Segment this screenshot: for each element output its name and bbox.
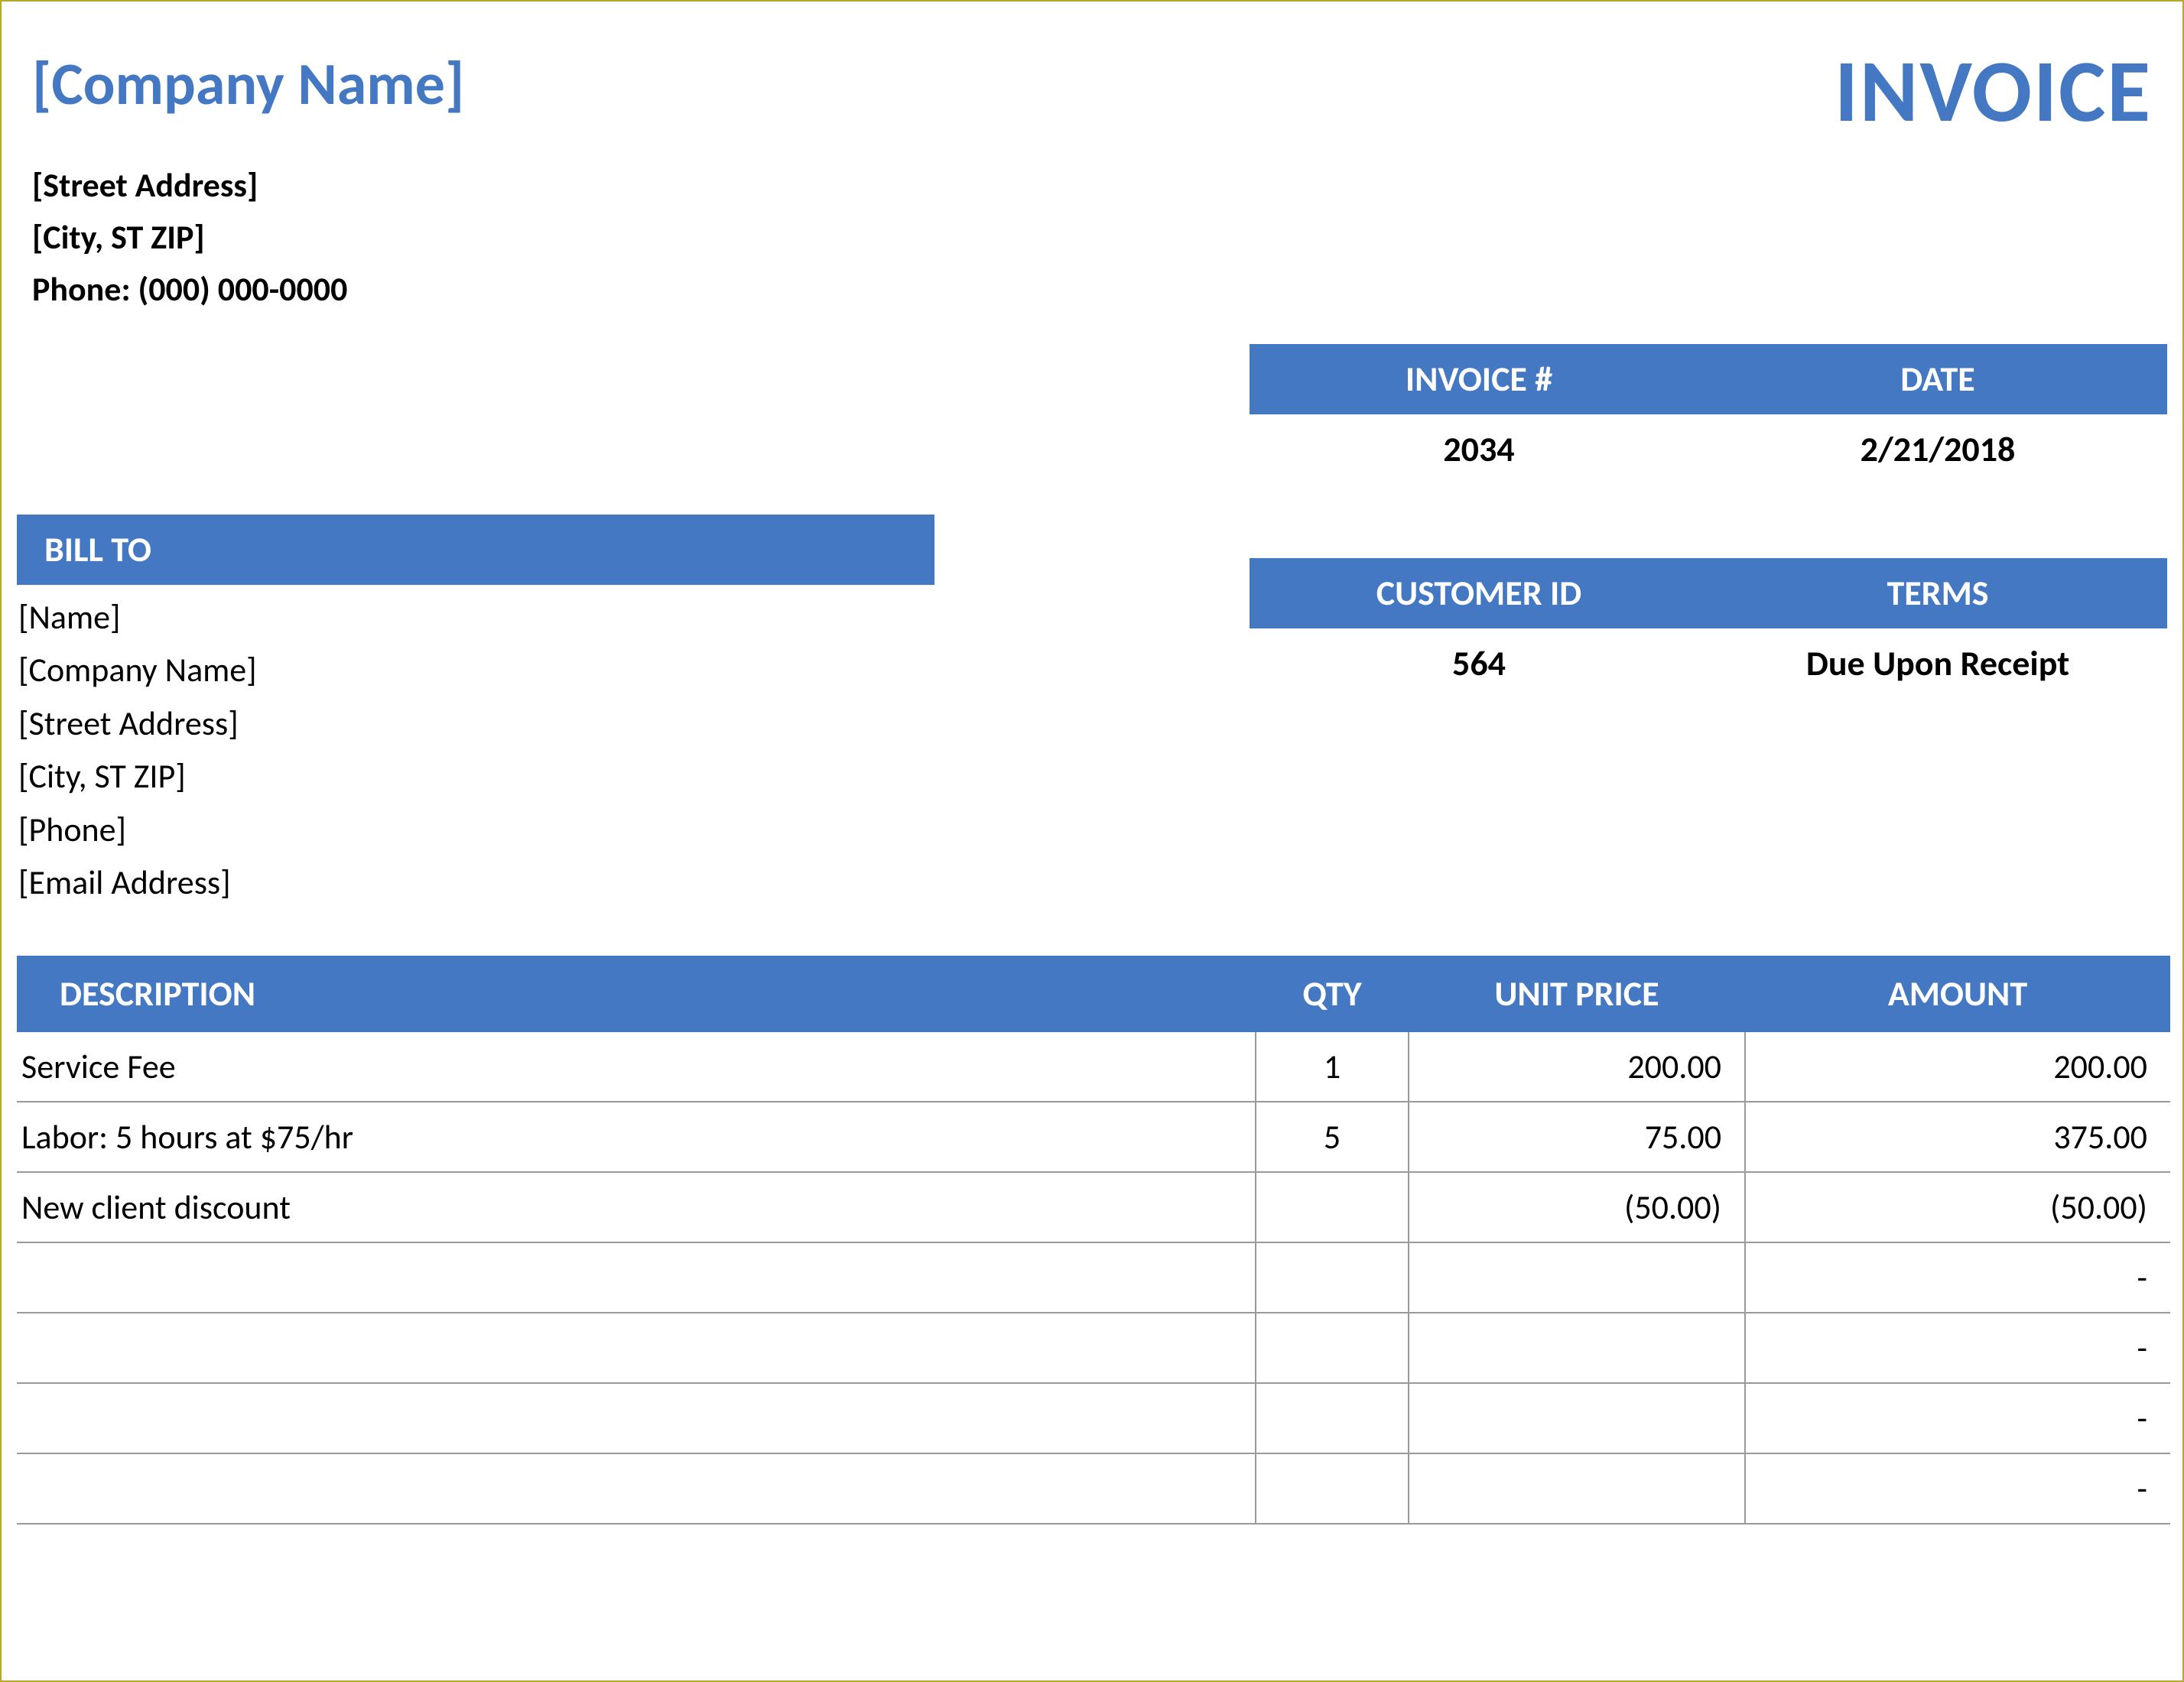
invoice-meta-header: INVOICE # DATE [1250, 344, 2167, 414]
cell-description: Service Fee [17, 1032, 1256, 1102]
col-description: DESCRIPTION [17, 956, 1256, 1032]
cell-amount: 200.00 [1745, 1032, 2170, 1102]
invoice-date-value: 2/21/2018 [1708, 428, 2167, 471]
customer-meta-header: CUSTOMER ID TERMS [1250, 558, 2167, 628]
cell-amount: - [1745, 1383, 2170, 1453]
cell-amount: (50.00) [1745, 1172, 2170, 1242]
customer-meta-values: 564 Due Upon Receipt [1250, 628, 2167, 699]
table-row: Service Fee1200.00200.00 [17, 1032, 2170, 1102]
cell-amount: 375.00 [1745, 1102, 2170, 1172]
invoice-number-label: INVOICE # [1250, 358, 1708, 401]
col-amount: AMOUNT [1745, 956, 2170, 1032]
cell-description: New client discount [17, 1172, 1256, 1242]
invoice-meta-block: INVOICE # DATE 2034 2/21/2018 [1250, 344, 2167, 485]
cell-description [17, 1242, 1256, 1313]
cell-description [17, 1313, 1256, 1383]
cell-unit-price: 200.00 [1409, 1032, 1745, 1102]
cell-unit-price [1409, 1242, 1745, 1313]
bill-to-phone: [Phone] [17, 804, 934, 857]
table-row: New client discount (50.00)(50.00) [17, 1172, 2170, 1242]
customer-id-label: CUSTOMER ID [1250, 572, 1708, 615]
company-phone: Phone: (000) 000-0000 [32, 263, 2167, 315]
invoice-meta-values: 2034 2/21/2018 [1250, 414, 2167, 485]
col-unit-price: UNIT PRICE [1409, 956, 1745, 1032]
table-row: - [17, 1453, 2170, 1524]
cell-amount: - [1745, 1453, 2170, 1524]
cell-qty [1256, 1242, 1409, 1313]
cell-unit-price: 75.00 [1409, 1102, 1745, 1172]
table-row: - [17, 1383, 2170, 1453]
col-qty: QTY [1256, 956, 1409, 1032]
customer-id-value: 564 [1250, 642, 1708, 685]
company-address-block: [Street Address] [City, ST ZIP] Phone: (… [17, 136, 2167, 316]
cell-qty: 5 [1256, 1102, 1409, 1172]
line-items-table: DESCRIPTION QTY UNIT PRICE AMOUNT Servic… [17, 956, 2170, 1525]
cell-qty: 1 [1256, 1032, 1409, 1102]
bill-to-body: [Name] [Company Name] [Street Address] [… [17, 585, 934, 910]
invoice-date-label: DATE [1708, 358, 2167, 401]
cell-qty [1256, 1313, 1409, 1383]
terms-label: TERMS [1708, 572, 2167, 615]
terms-value: Due Upon Receipt [1708, 642, 2167, 685]
bill-to-name: [Name] [17, 591, 934, 645]
company-name: [Company Name] [32, 47, 464, 120]
company-city: [City, ST ZIP] [32, 211, 2167, 263]
bill-to-city: [City, ST ZIP] [17, 750, 934, 804]
cell-unit-price: (50.00) [1409, 1172, 1745, 1242]
cell-amount: - [1745, 1313, 2170, 1383]
header-row: [Company Name] INVOICE [17, 32, 2167, 136]
bill-to-header: BILL TO [17, 515, 934, 585]
company-street: [Street Address] [32, 159, 2167, 211]
cell-unit-price [1409, 1313, 1745, 1383]
table-row: Labor: 5 hours at $75/hr575.00375.00 [17, 1102, 2170, 1172]
invoice-number-value: 2034 [1250, 428, 1708, 471]
bill-to-street: [Street Address] [17, 697, 934, 751]
cell-qty [1256, 1383, 1409, 1453]
bill-to-email: [Email Address] [17, 856, 934, 910]
cell-description [17, 1383, 1256, 1453]
cell-unit-price [1409, 1453, 1745, 1524]
bill-to-company: [Company Name] [17, 644, 934, 697]
cell-qty [1256, 1453, 1409, 1524]
cell-description [17, 1453, 1256, 1524]
customer-meta-block: CUSTOMER ID TERMS 564 Due Upon Receipt [1250, 558, 2167, 699]
table-row: - [17, 1313, 2170, 1383]
cell-description: Labor: 5 hours at $75/hr [17, 1102, 1256, 1172]
cell-qty [1256, 1172, 1409, 1242]
table-row: - [17, 1242, 2170, 1313]
items-header-row: DESCRIPTION QTY UNIT PRICE AMOUNT [17, 956, 2170, 1032]
cell-amount: - [1745, 1242, 2170, 1313]
cell-unit-price [1409, 1383, 1745, 1453]
invoice-title: INVOICE [1835, 47, 2152, 136]
